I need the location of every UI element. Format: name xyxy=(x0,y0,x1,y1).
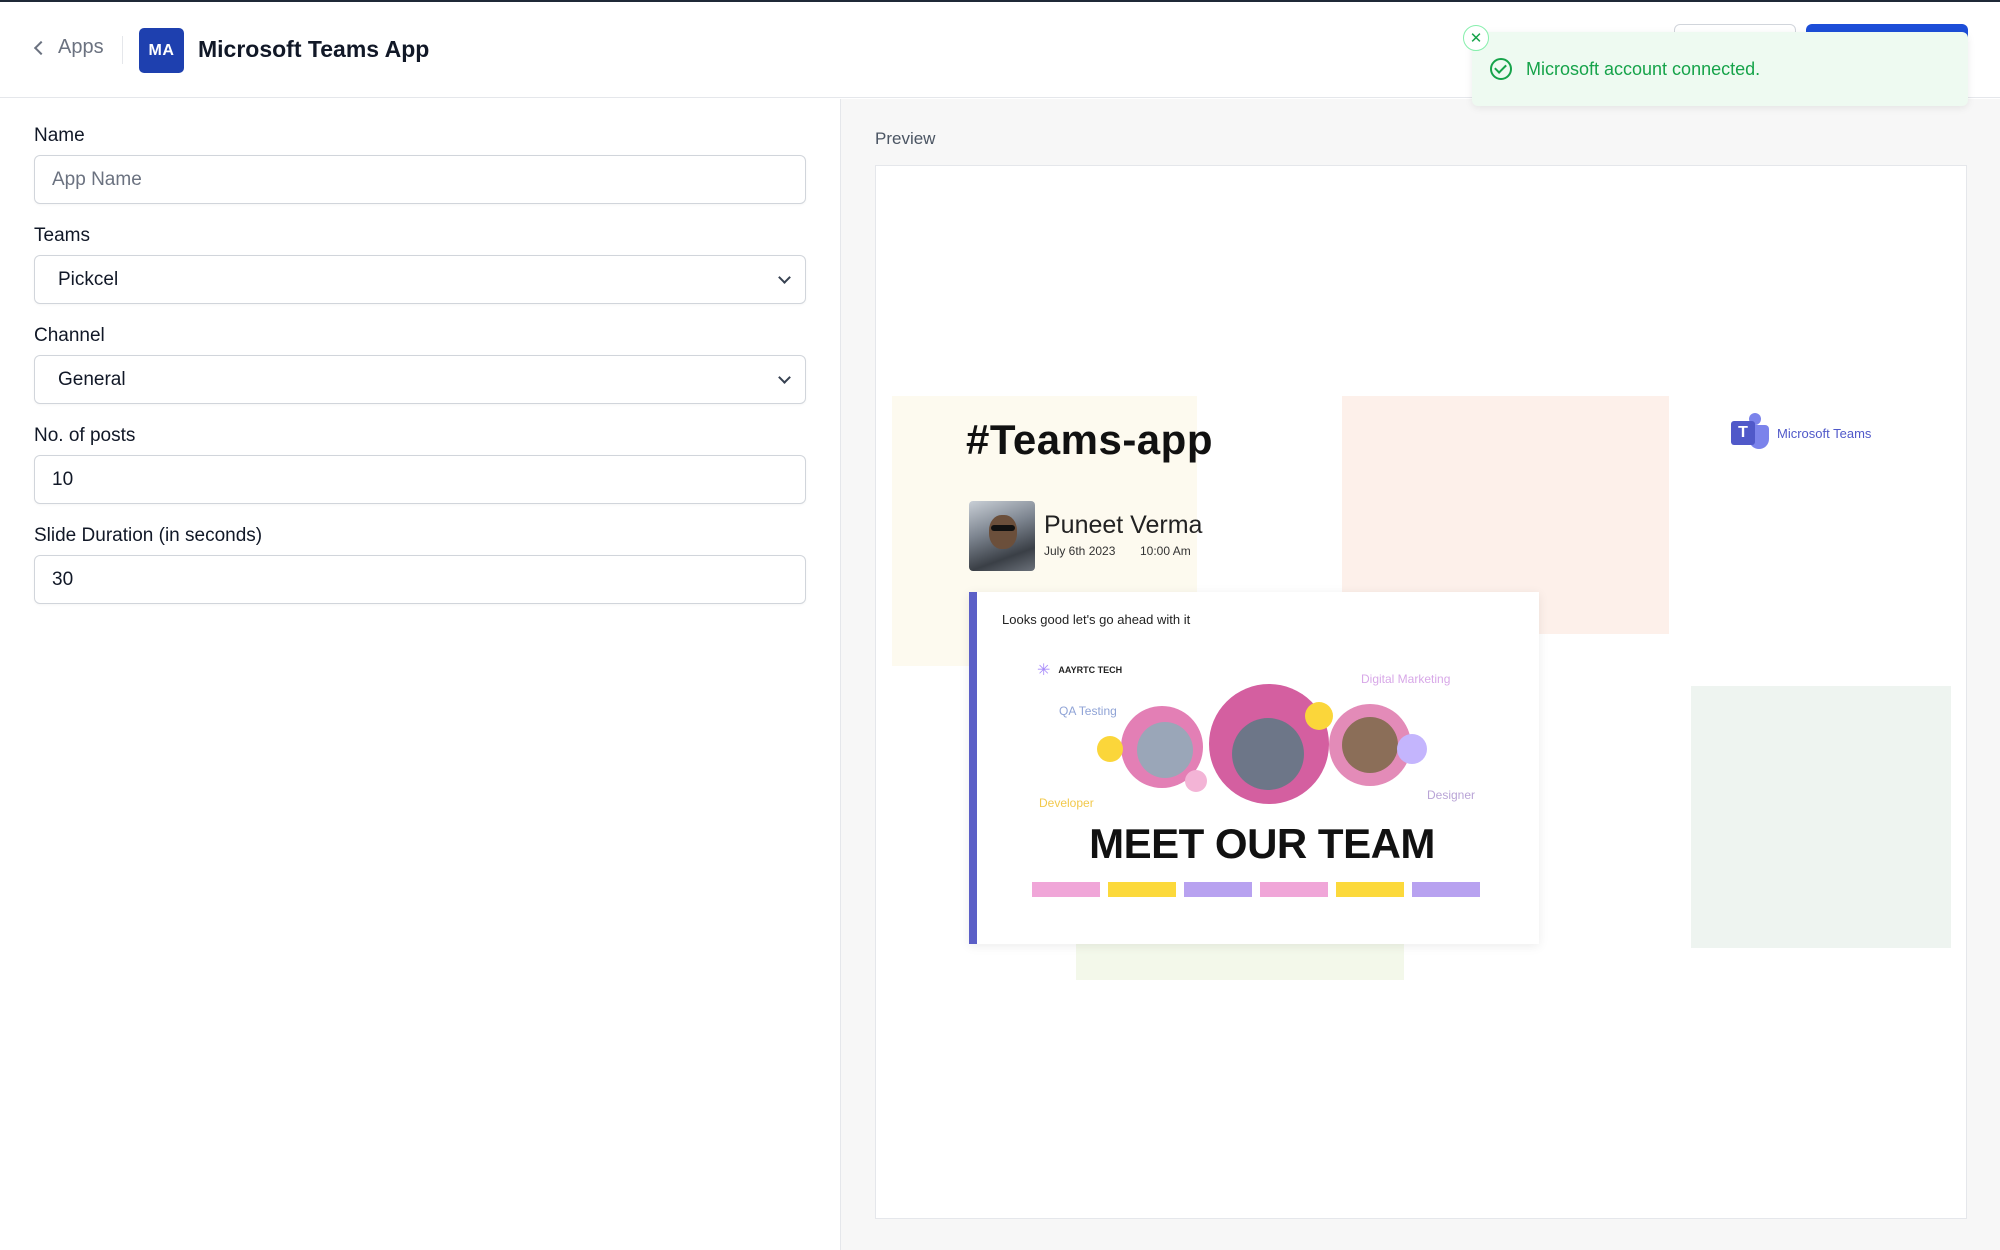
app-settings-form: Name Teams Pickcel Channel General No. o… xyxy=(0,99,840,1250)
color-bars xyxy=(1032,882,1480,897)
name-label: Name xyxy=(34,125,85,146)
page-title: Microsoft Teams App xyxy=(198,36,430,62)
channel-tag: #Teams-app xyxy=(966,416,1213,463)
name-field[interactable] xyxy=(34,155,806,204)
decor-dot xyxy=(1305,702,1333,730)
post-card: Looks good let's go ahead with it ✳ AAYR… xyxy=(969,592,1539,944)
posts-input[interactable] xyxy=(35,468,805,491)
post-author: Puneet Verma xyxy=(1044,511,1203,539)
logo-text: Microsoft Teams xyxy=(1777,425,1872,441)
preview-panel: Preview #Teams-app Puneet Verma July 6th… xyxy=(840,99,2000,1250)
teams-selected-value: Pickcel xyxy=(58,268,119,290)
post-date: July 6th 2023 xyxy=(1044,544,1116,558)
team-member-figure xyxy=(1232,718,1304,790)
teams-label: Teams xyxy=(34,225,90,246)
channel-selected-value: General xyxy=(58,368,126,390)
toast-message: Microsoft account connected. xyxy=(1526,58,1761,79)
name-input[interactable] xyxy=(35,168,805,191)
post-headline: MEET OUR TEAM xyxy=(1089,820,1435,867)
chevron-left-icon xyxy=(33,40,49,55)
decor-dot xyxy=(1097,736,1123,762)
decor-block-mint xyxy=(1691,686,1951,948)
decor-dot xyxy=(1397,734,1427,764)
app-avatar: MA xyxy=(139,28,184,73)
team-member-figure xyxy=(1137,722,1193,778)
tag-developer: Developer xyxy=(1039,796,1094,810)
brand-name: AAYRTC TECH xyxy=(1058,665,1123,675)
microsoft-teams-logo: T Microsoft Teams xyxy=(1731,413,1871,453)
channel-select[interactable]: General xyxy=(34,355,806,404)
tag-designer: Designer xyxy=(1427,788,1476,802)
posts-field[interactable] xyxy=(34,455,806,504)
decor-dot xyxy=(1185,770,1207,792)
post-time: 10:00 Am xyxy=(1140,544,1191,558)
chevron-down-icon xyxy=(778,370,791,384)
back-label: Apps xyxy=(58,36,104,58)
toast-notification: Microsoft account connected. xyxy=(1472,32,1968,106)
preview-label: Preview xyxy=(875,129,936,148)
brand-mark: ✳ AAYRTC TECH xyxy=(1037,660,1122,680)
user-avatar xyxy=(969,501,1035,571)
header-divider xyxy=(122,36,123,64)
posts-label: No. of posts xyxy=(34,425,136,446)
chevron-down-icon xyxy=(778,270,791,284)
tag-qa: QA Testing xyxy=(1059,704,1117,718)
sparkle-icon: ✳ xyxy=(1037,662,1051,679)
check-circle-icon xyxy=(1490,58,1512,80)
duration-input[interactable] xyxy=(35,568,805,591)
duration-field[interactable] xyxy=(34,555,806,604)
channel-label: Channel xyxy=(34,325,105,346)
preview-frame: #Teams-app Puneet Verma July 6th 2023 10… xyxy=(875,165,1967,1219)
close-icon[interactable]: ✕ xyxy=(1463,25,1489,51)
duration-label: Slide Duration (in seconds) xyxy=(34,525,263,546)
back-to-apps-link[interactable]: Apps xyxy=(33,36,104,59)
teams-icon: T xyxy=(1731,413,1771,453)
tag-digital: Digital Marketing xyxy=(1361,672,1451,686)
teams-select[interactable]: Pickcel xyxy=(34,255,806,304)
post-message: Looks good let's go ahead with it xyxy=(1002,612,1191,627)
team-member-figure xyxy=(1342,717,1398,773)
